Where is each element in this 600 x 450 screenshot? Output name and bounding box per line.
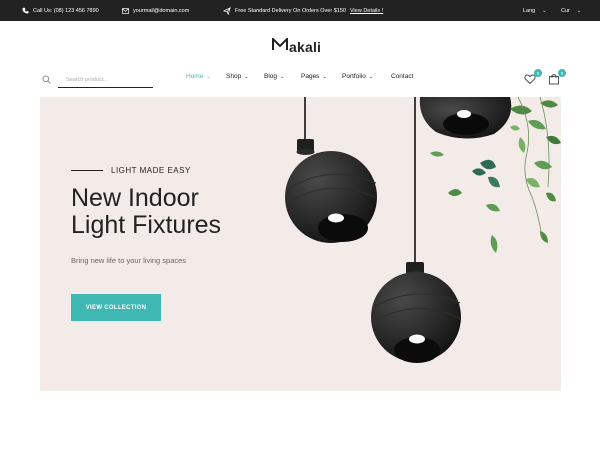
chevron-down-icon: ⌄ [542,7,547,14]
hero-headline: New Indoor Light Fixtures [71,185,301,239]
hero-subtitle: Bring new life to your living spaces [71,256,187,265]
logo-mark-icon [272,36,288,56]
promo-text: Free Standard Delivery On Orders Over $1… [235,7,346,14]
headline-line-2: Light Fixtures [71,211,222,239]
view-collection-button[interactable]: VIEW COLLECTION [71,294,161,321]
chevron-down-icon: ⌄ [280,73,285,80]
currency-selector[interactable]: Cur ⌄ [561,0,581,21]
nav-item-label: Home [186,73,204,80]
nav-item-label: Blog [264,73,278,80]
nav-item-home[interactable]: Home ⌄ [186,73,211,80]
phone-text: Call Us: (08) 123 456 7890 [33,7,99,14]
main-nav: Home ⌄ Shop ⌄ Blog ⌄ Pages ⌄ Portfolio ⌄… [0,73,600,87]
nav-item-portfolio[interactable]: Portfolio ⌄ [342,73,373,80]
hero-slider: LIGHT MADE EASY New Indoor Light Fixture… [40,97,561,391]
nav-item-contact[interactable]: Contact [391,73,413,80]
eyebrow-divider [71,170,103,171]
wishlist-button[interactable]: 0 [524,69,542,86]
email-text: yourmail@domain.com [133,7,190,14]
email-contact[interactable]: yourmail@domain.com [122,0,189,21]
language-label: Lang [523,7,536,14]
promo-banner: Free Standard Delivery On Orders Over $1… [223,0,383,21]
header-actions: 0 0 [524,69,566,88]
cart-count-badge: 0 [558,69,566,77]
hero-eyebrow: LIGHT MADE EASY [71,166,191,175]
chevron-down-icon: ⌄ [368,73,374,80]
nav-item-pages[interactable]: Pages ⌄ [301,73,327,80]
mail-icon [122,7,129,14]
site-logo[interactable]: akali [272,36,322,57]
airplane-icon [223,6,231,15]
currency-label: Cur [561,7,570,14]
promo-details-link[interactable]: View Details ! [350,8,383,14]
headline-line-1: New Indoor [71,184,199,212]
eyebrow-text: LIGHT MADE EASY [111,166,191,175]
wishlist-count-badge: 0 [534,69,542,77]
cart-button[interactable]: 0 [548,69,566,86]
nav-item-label: Contact [391,73,414,80]
chevron-down-icon: ⌄ [244,73,249,80]
chevron-down-icon: ⌄ [322,73,327,80]
language-selector[interactable]: Lang ⌄ [523,0,546,21]
nav-item-label: Shop [226,73,242,80]
logo-text: akali [289,39,322,55]
nav-item-label: Pages [301,73,320,80]
chevron-down-icon: ⌄ [206,73,211,80]
top-bar: Call Us: (08) 123 456 7890 yourmail@doma… [0,0,600,21]
pendant-lamps-image [285,97,561,363]
phone-icon [22,7,29,14]
nav-item-shop[interactable]: Shop ⌄ [226,73,248,80]
phone-contact[interactable]: Call Us: (08) 123 456 7890 [22,0,99,21]
nav-item-label: Portfolio [342,73,366,80]
chevron-down-icon: ⌄ [576,7,582,14]
nav-item-blog[interactable]: Blog ⌄ [264,73,284,80]
